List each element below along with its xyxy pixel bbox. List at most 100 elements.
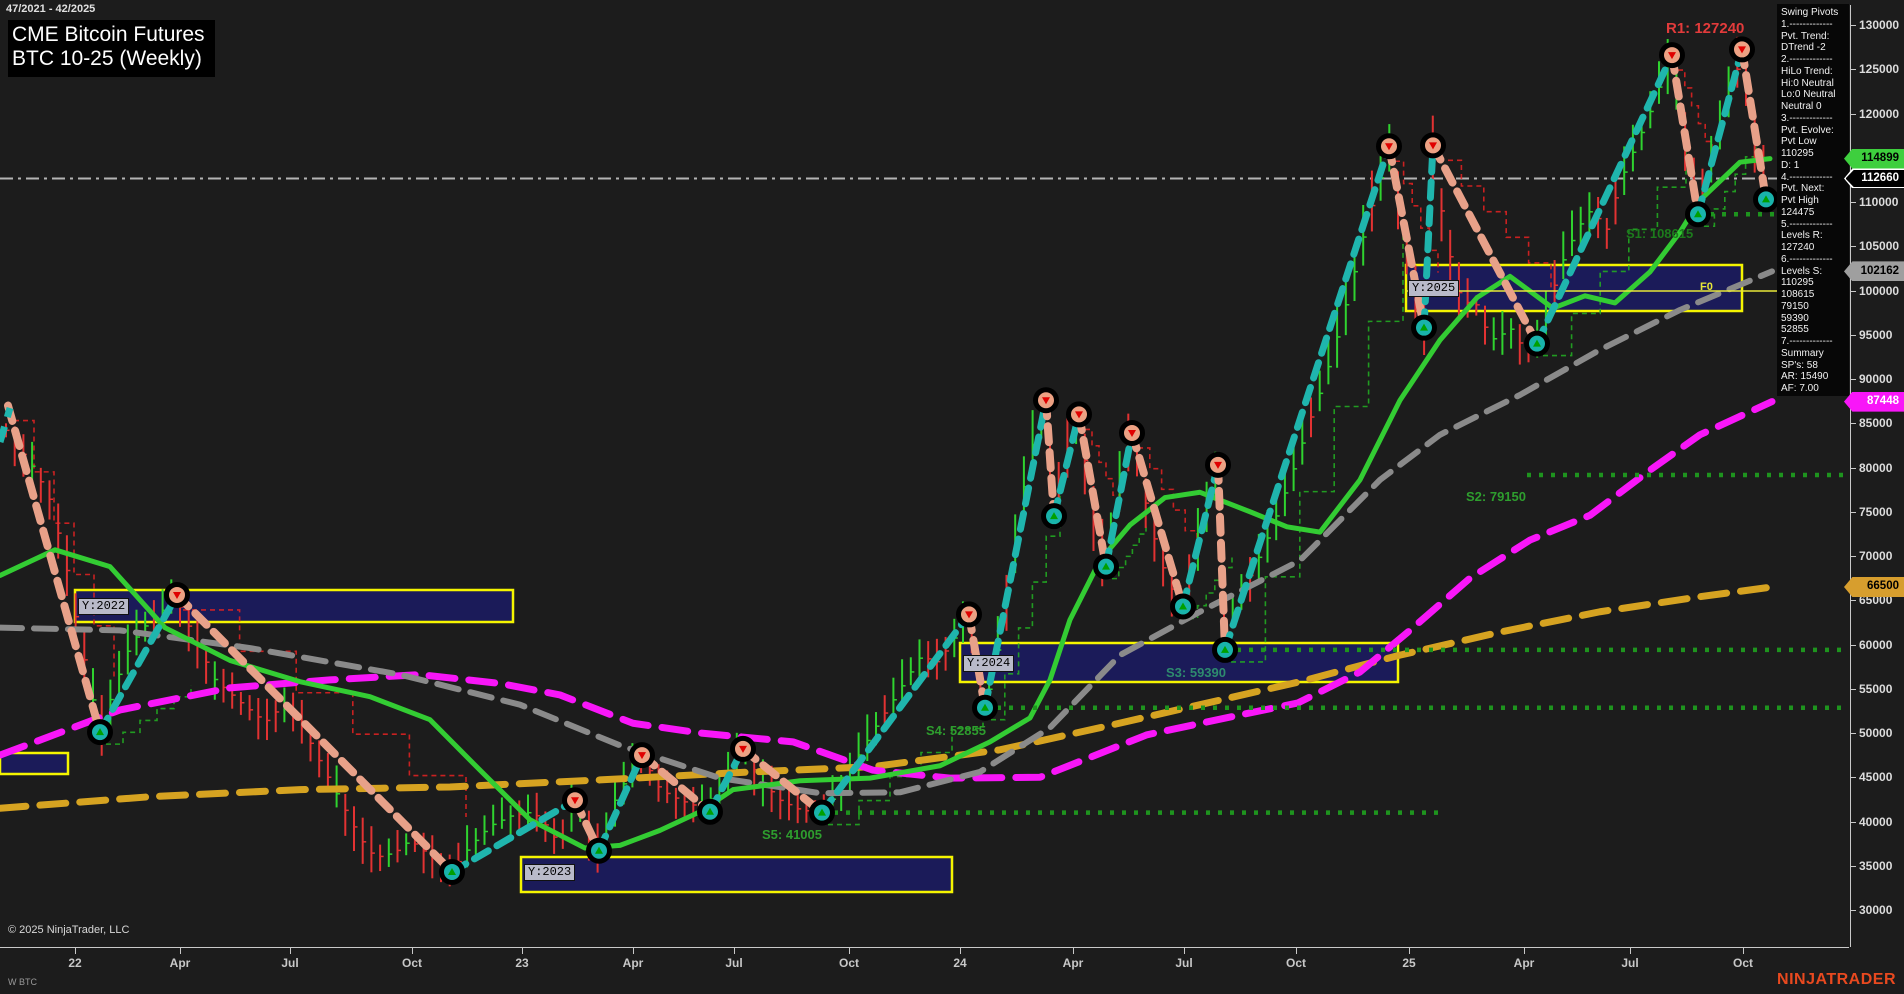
price-tag-value: 114899 <box>1846 150 1904 167</box>
time-axis-tick <box>633 947 634 954</box>
price-axis-label: 30000 <box>1859 903 1892 917</box>
panel-line: AF: 7.00 <box>1781 383 1847 395</box>
panel-line: Pvt High <box>1781 195 1847 207</box>
panel-line: HiLo Trend: <box>1781 66 1847 78</box>
time-axis-label: 22 <box>68 956 81 970</box>
price-tag: 102162 <box>1844 261 1904 281</box>
price-axis-tick <box>1850 246 1856 247</box>
price-chart-canvas[interactable] <box>0 0 1904 994</box>
panel-line: 59390 <box>1781 313 1847 325</box>
price-axis-tick <box>1850 335 1856 336</box>
chart-title-line1: CME Bitcoin Futures <box>12 23 205 47</box>
price-axis-tick <box>1850 291 1856 292</box>
time-axis-line[interactable] <box>0 947 1849 948</box>
time-axis-label: Jul <box>725 956 742 970</box>
stop-step-line <box>14 421 114 678</box>
time-axis-label: Jul <box>1175 956 1192 970</box>
price-axis-tick <box>1850 202 1856 203</box>
time-axis-label: Jul <box>1621 956 1638 970</box>
price-axis-label: 125000 <box>1859 62 1899 76</box>
price-axis-tick <box>1850 379 1856 380</box>
panel-line: Pvt Low <box>1781 136 1847 148</box>
price-axis-tick <box>1850 512 1856 513</box>
support-level-label: S3: 59390 <box>1166 665 1226 680</box>
swing-up-line <box>1225 146 1389 650</box>
support-level-label: S1: 108615 <box>1626 226 1693 241</box>
price-axis-label: 80000 <box>1859 461 1892 475</box>
price-axis-tick <box>1850 689 1856 690</box>
price-tag: 87448 <box>1844 392 1904 412</box>
panel-line: 3.------------- <box>1781 113 1847 125</box>
panel-line: Summary <box>1781 348 1847 360</box>
panel-line: Pvt. Trend: <box>1781 31 1847 43</box>
time-axis-tick <box>412 947 413 954</box>
panel-line: 4.------------- <box>1781 172 1847 184</box>
price-tag-value: 102162 <box>1846 263 1904 280</box>
price-tag: 114899 <box>1844 149 1904 169</box>
panel-line: D: 1 <box>1781 160 1847 172</box>
price-axis-label: 60000 <box>1859 638 1892 652</box>
panel-line: 110295 <box>1781 277 1847 289</box>
panel-line: Lo:0 Neutral <box>1781 89 1847 101</box>
panel-line: 124475 <box>1781 207 1847 219</box>
support-level-label: S5: 41005 <box>762 827 822 842</box>
year-range-box <box>521 857 952 892</box>
price-axis-tick <box>1850 733 1856 734</box>
price-axis-tick <box>1850 556 1856 557</box>
price-axis-line[interactable] <box>1850 5 1851 947</box>
price-axis-tick <box>1850 822 1856 823</box>
panel-line: 6.------------- <box>1781 254 1847 266</box>
time-axis-label: 24 <box>953 956 966 970</box>
time-axis-label: Oct <box>1286 956 1306 970</box>
price-axis-tick <box>1850 600 1856 601</box>
time-axis-tick <box>849 947 850 954</box>
price-tag: 112660 <box>1844 168 1904 188</box>
swing-down-line <box>1742 49 1766 199</box>
price-axis-label: 35000 <box>1859 859 1892 873</box>
panel-line: SP's: 58 <box>1781 360 1847 372</box>
time-axis-label: Apr <box>1063 956 1084 970</box>
time-axis-tick <box>1524 947 1525 954</box>
swing-pivots-panel: Swing Pivots1.-------------Pvt. Trend:DT… <box>1777 4 1849 396</box>
time-axis-label: Oct <box>402 956 422 970</box>
chart-window: 47/2021 - 42/2025 CME Bitcoin Futures BT… <box>0 0 1904 994</box>
f0-label: F0 <box>1700 281 1713 293</box>
time-axis-tick <box>1184 947 1185 954</box>
price-axis-tick <box>1850 423 1856 424</box>
mid-gray-moving-average <box>0 271 1772 793</box>
price-axis-tick <box>1850 910 1856 911</box>
price-tag-value: 66500 <box>1846 578 1904 595</box>
date-range-label: 47/2021 - 42/2025 <box>6 3 95 15</box>
price-axis-tick <box>1850 645 1856 646</box>
time-axis-tick <box>522 947 523 954</box>
year-box-label: Y:2023 <box>524 864 575 881</box>
swing-down-line <box>8 406 100 733</box>
time-axis-tick <box>180 947 181 954</box>
time-axis-tick <box>1296 947 1297 954</box>
chart-title-line2: BTC 10-25 (Weekly) <box>12 47 205 71</box>
price-axis-tick <box>1850 114 1856 115</box>
time-axis-tick <box>1409 947 1410 954</box>
price-axis-label: 120000 <box>1859 107 1899 121</box>
panel-line: Swing Pivots <box>1781 7 1847 19</box>
year-box-label: Y:2022 <box>78 598 129 615</box>
price-axis-label: 90000 <box>1859 372 1892 386</box>
price-axis-label: 50000 <box>1859 726 1892 740</box>
year-box-label: Y:2025 <box>1408 280 1459 297</box>
panel-line: DTrend -2 <box>1781 42 1847 54</box>
price-axis-label: 45000 <box>1859 770 1892 784</box>
panel-line: 1.------------- <box>1781 19 1847 31</box>
price-axis-tick <box>1850 866 1856 867</box>
panel-line: Neutral 0 <box>1781 101 1847 113</box>
year-range-box <box>0 753 68 774</box>
time-axis-label: Oct <box>839 956 859 970</box>
price-axis-label: 55000 <box>1859 682 1892 696</box>
panel-line: 108615 <box>1781 289 1847 301</box>
price-axis-tick <box>1850 468 1856 469</box>
chart-title-box: CME Bitcoin Futures BTC 10-25 (Weekly) <box>8 20 215 77</box>
support-level-label: S4: 52855 <box>926 723 986 738</box>
price-axis-tick <box>1850 69 1856 70</box>
panel-line: 5.------------- <box>1781 219 1847 231</box>
panel-line: 52855 <box>1781 324 1847 336</box>
price-axis-tick <box>1850 25 1856 26</box>
